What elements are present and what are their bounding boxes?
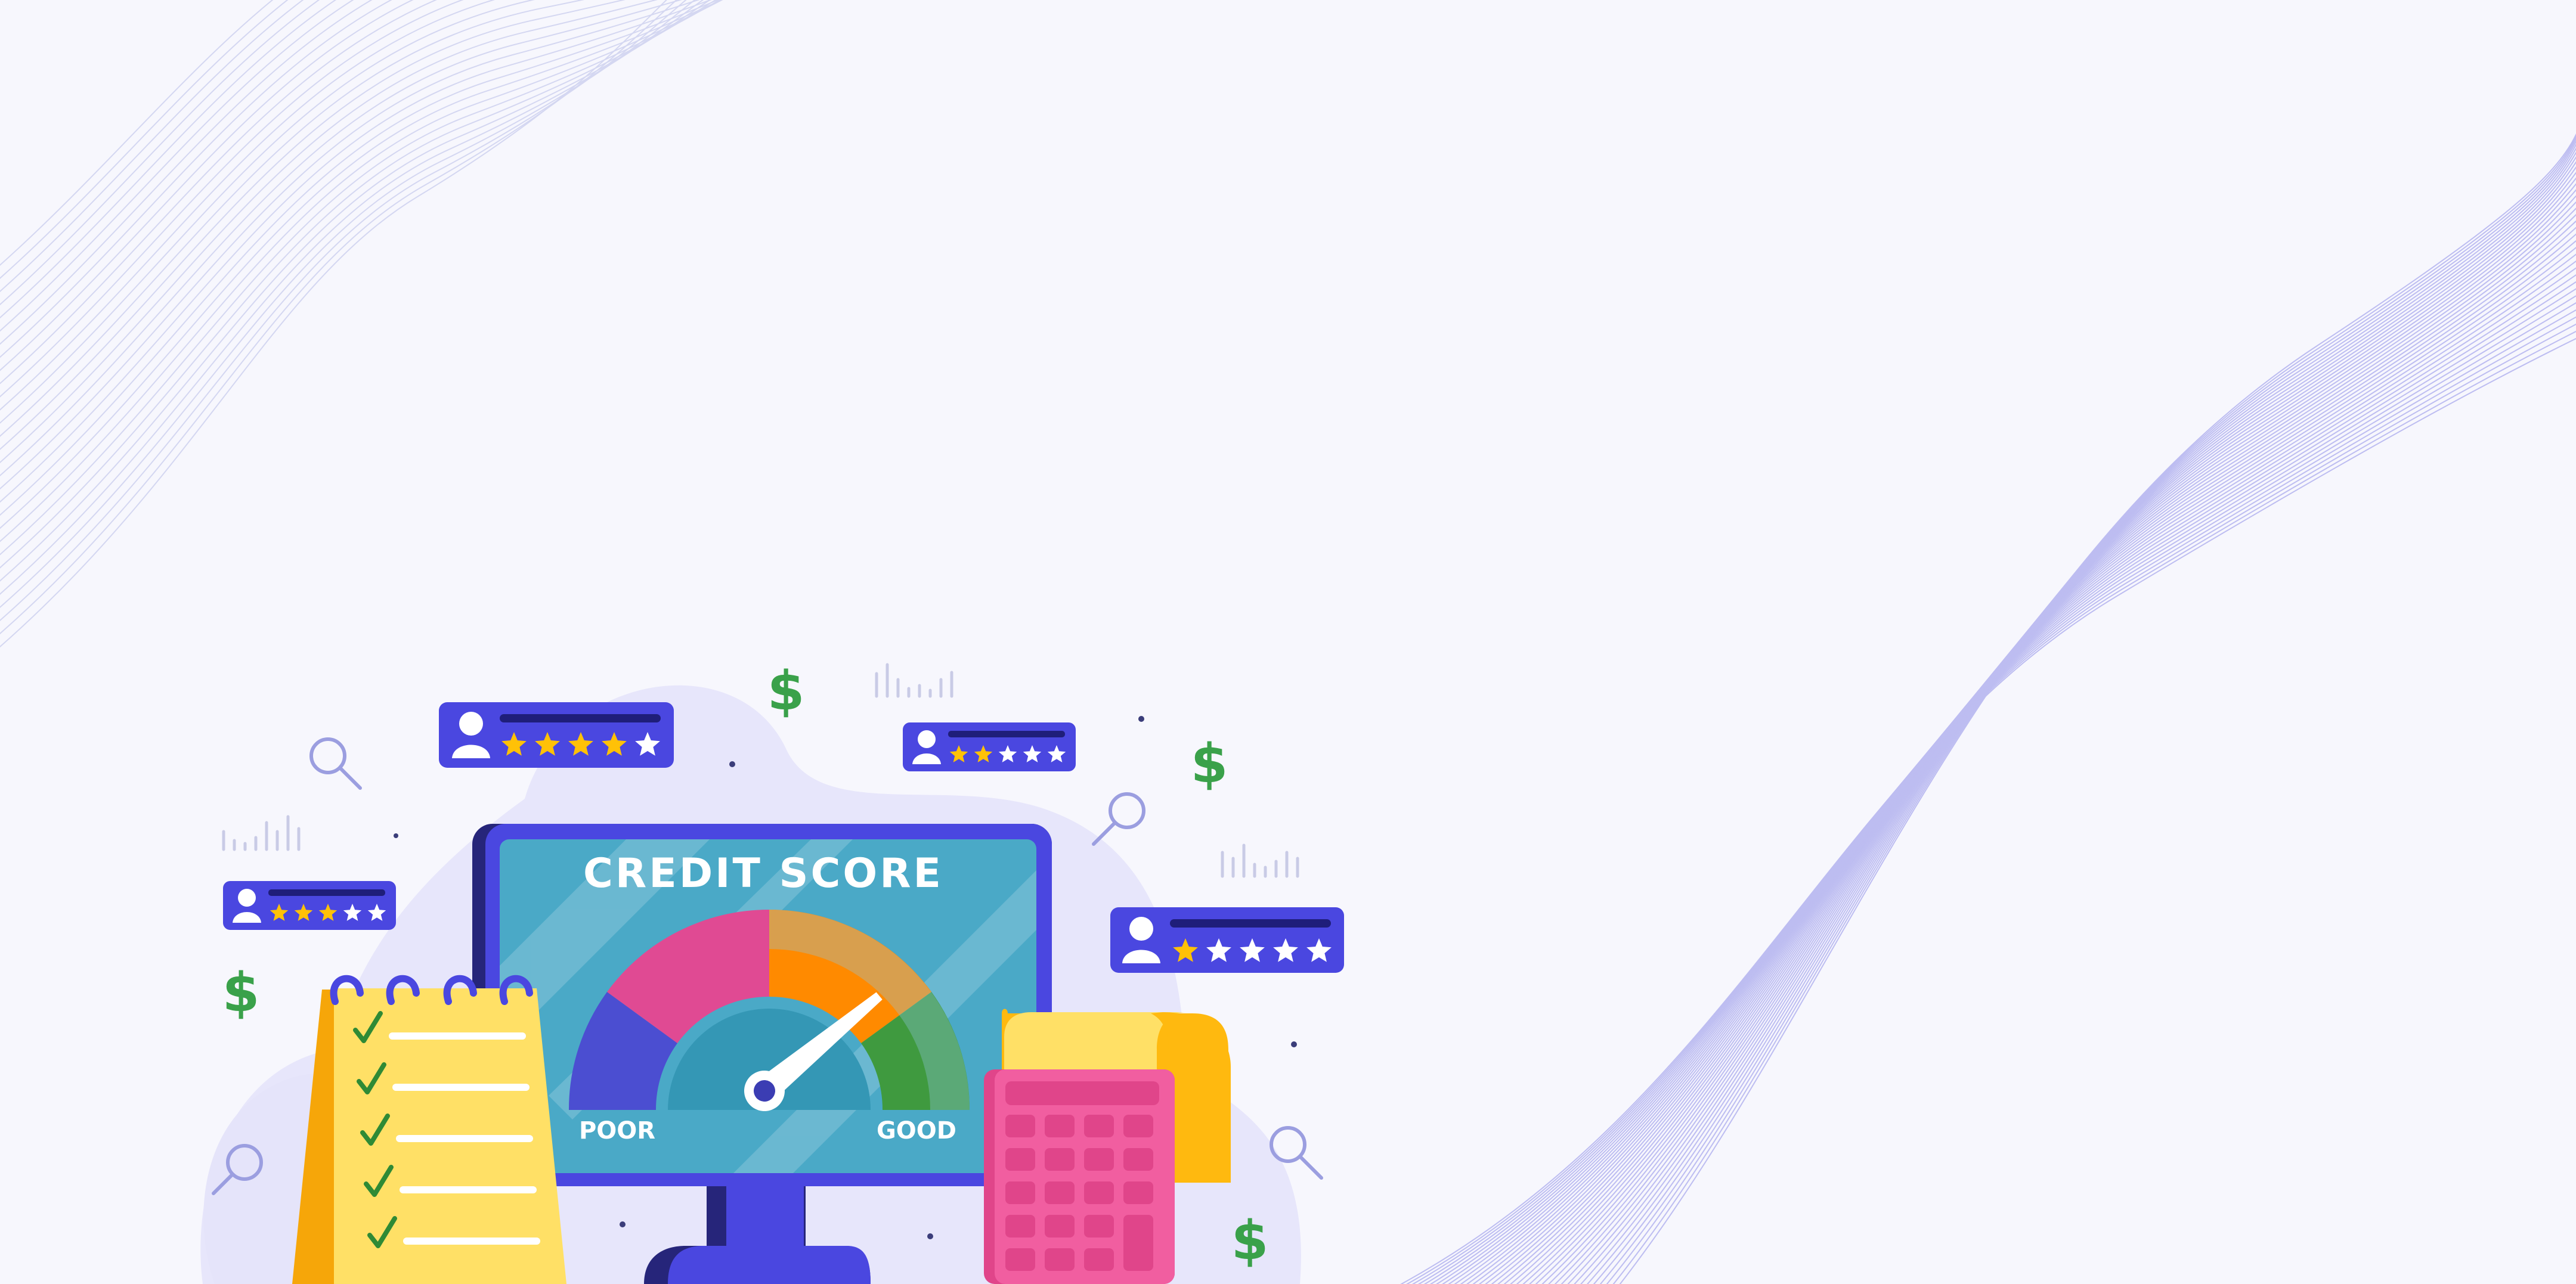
calculator-key xyxy=(1123,1115,1153,1137)
magnifier-icon xyxy=(1092,792,1145,846)
checklist-line xyxy=(403,1238,540,1245)
calculator-key xyxy=(1005,1215,1035,1238)
dollar-icon: $ xyxy=(767,660,805,722)
calculator-key xyxy=(1084,1181,1114,1204)
calculator-key xyxy=(1123,1215,1153,1271)
user-icon xyxy=(238,889,256,907)
calculator-key xyxy=(1084,1115,1114,1137)
calculator-key xyxy=(1045,1248,1075,1271)
magnifier-icon xyxy=(309,737,362,790)
calculator-key xyxy=(1005,1181,1035,1204)
checklist-line xyxy=(389,1032,526,1040)
dollar-icon: $ xyxy=(1191,733,1228,795)
review-card xyxy=(439,702,674,768)
calculator-key xyxy=(1005,1148,1035,1171)
dollar-icon: $ xyxy=(222,962,260,1024)
calculator-key xyxy=(1005,1248,1035,1271)
hero-illustration: $ $ $ $ CREDIT SCORE POOR GOOD xyxy=(0,0,2576,1284)
dollar-icon: $ xyxy=(1231,1209,1269,1272)
checklist-line xyxy=(396,1135,533,1142)
calculator-key xyxy=(1084,1215,1114,1238)
user-icon xyxy=(1129,917,1153,941)
user-icon xyxy=(459,712,483,736)
user-icon xyxy=(918,730,936,748)
gauge-label-poor: POOR xyxy=(579,1117,655,1145)
background-wave-lines-right xyxy=(1400,133,2576,1284)
calculator-key xyxy=(1045,1181,1075,1204)
calculator-key xyxy=(1084,1148,1114,1171)
calculator-key xyxy=(1084,1248,1114,1271)
calculator-key xyxy=(1123,1148,1153,1171)
credit-score-illustration: $ $ $ $ CREDIT SCORE POOR GOOD xyxy=(0,0,2576,1284)
screen-title: CREDIT SCORE xyxy=(583,850,943,897)
review-card xyxy=(1110,907,1344,973)
gauge-label-good: GOOD xyxy=(877,1117,956,1145)
checklist-line xyxy=(392,1084,530,1091)
calculator-key xyxy=(1045,1148,1075,1171)
checklist-line xyxy=(400,1186,537,1193)
review-card xyxy=(223,881,396,930)
calculator-key xyxy=(1005,1115,1035,1137)
review-card xyxy=(903,722,1076,771)
calculator-key xyxy=(1123,1181,1153,1204)
calculator-key xyxy=(1045,1215,1075,1238)
background-wave-lines-left xyxy=(0,0,723,648)
calculator-key xyxy=(1045,1115,1075,1137)
notepad-icon xyxy=(292,975,566,1284)
